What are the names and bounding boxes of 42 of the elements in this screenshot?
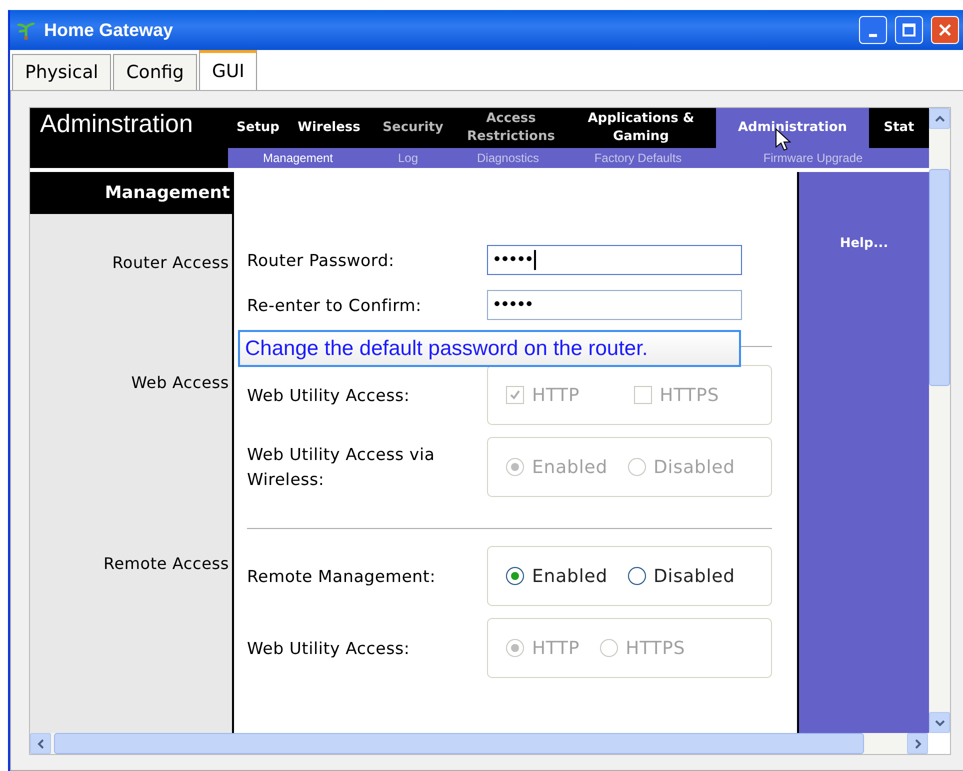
chevron-left-icon xyxy=(36,738,44,748)
plant-icon xyxy=(16,20,36,40)
password-field[interactable]: ••••• xyxy=(487,245,742,275)
field-label: Remote Management: xyxy=(247,566,437,588)
section-label: Remote Access xyxy=(104,554,229,573)
scroll-left-button[interactable] xyxy=(30,733,51,754)
field-label: Web Utility Access: xyxy=(247,384,411,406)
minimize-button[interactable] xyxy=(859,16,887,44)
tab[interactable]: Config xyxy=(113,54,197,90)
section-label: Router Access xyxy=(112,253,229,272)
scroll-down-button[interactable] xyxy=(929,712,950,733)
field-label: Web Utility Access: xyxy=(247,638,411,660)
maximize-icon xyxy=(902,23,916,37)
page-title: Adminstration xyxy=(39,109,194,140)
tab[interactable]: GUI xyxy=(199,50,258,90)
field-label: Web Utility Access via Wireless: xyxy=(247,444,436,491)
radio-button[interactable] xyxy=(506,567,524,585)
field-label: Re-enter to Confirm: xyxy=(247,294,422,316)
help-link[interactable]: Help... xyxy=(840,236,888,252)
password-field[interactable]: ••••• xyxy=(487,290,742,320)
chevron-right-icon xyxy=(914,738,922,748)
field-label: Router Password: xyxy=(247,250,396,272)
scroll-thumb[interactable] xyxy=(929,169,950,386)
sub-nav-link[interactable]: Management xyxy=(228,151,368,165)
close-icon xyxy=(938,23,952,37)
close-button[interactable] xyxy=(931,16,959,44)
chevron-up-icon xyxy=(934,114,944,122)
checkmark-icon xyxy=(509,389,521,401)
sidebar-title: Management xyxy=(30,172,234,214)
window-title: Home Gateway xyxy=(44,20,174,40)
scroll-up-button[interactable] xyxy=(929,108,950,129)
tooltip: Change the default password on the router. xyxy=(238,330,741,367)
tab[interactable]: Physical xyxy=(12,54,112,90)
minimize-icon xyxy=(869,34,877,36)
section-label: Web Access xyxy=(131,373,229,392)
scroll-right-button[interactable] xyxy=(907,733,928,754)
radio-option[interactable]: Enabled xyxy=(506,566,608,586)
radio-button[interactable] xyxy=(628,567,646,585)
maximize-button[interactable] xyxy=(895,16,923,44)
chevron-down-icon xyxy=(934,718,944,726)
radio-option[interactable]: Disabled xyxy=(628,566,735,586)
nav-tab[interactable]: Administration xyxy=(716,108,869,148)
